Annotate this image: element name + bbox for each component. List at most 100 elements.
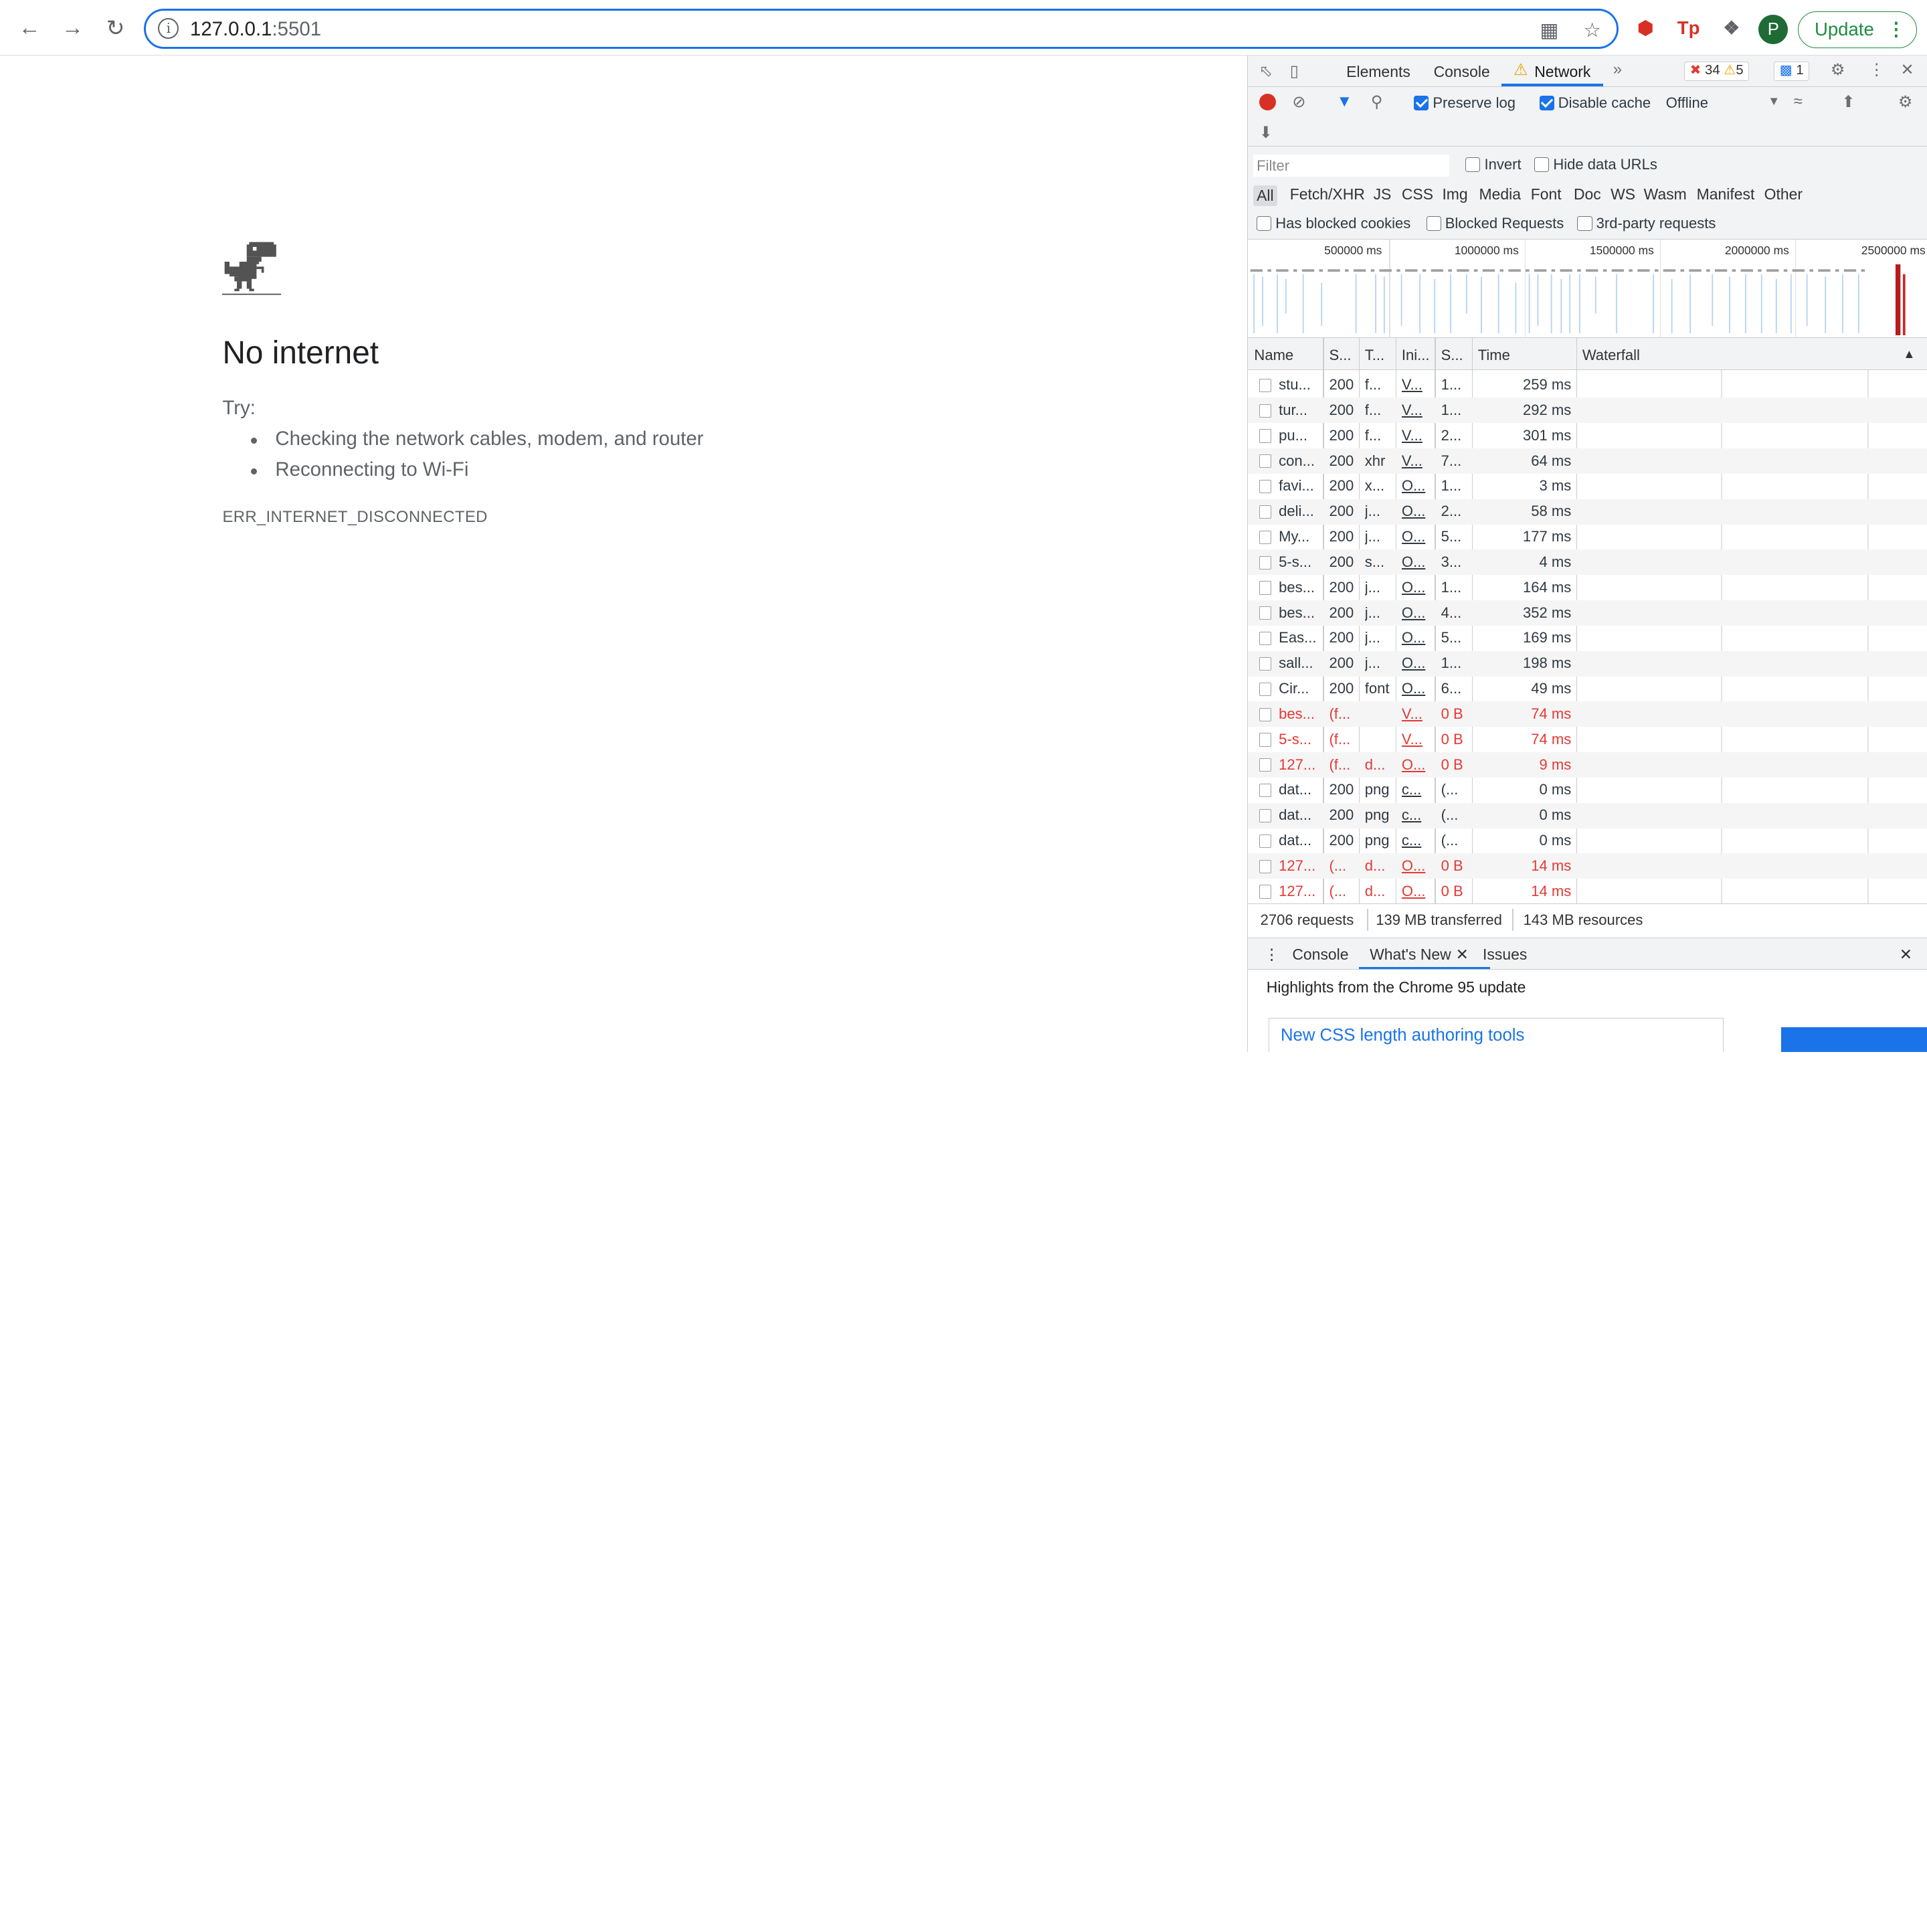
column-time[interactable]: Time [1478, 347, 1510, 364]
close-devtools-icon[interactable]: ✕ [1901, 60, 1914, 80]
adblock-extension-icon[interactable]: ⬢ [1631, 13, 1660, 43]
dino-icon[interactable] [222, 240, 282, 298]
cell-initiator[interactable]: O... [1402, 654, 1434, 672]
disable-cache-toggle[interactable]: Disable cache [1539, 94, 1651, 112]
table-row[interactable]: deli... 200 j... O... 2... 58 ms [1248, 499, 1927, 525]
back-icon[interactable]: ← [12, 11, 46, 46]
table-row[interactable]: Cir... 200 font O... 6... 49 ms [1248, 677, 1927, 702]
type-filter-wasm[interactable]: Wasm [1644, 185, 1687, 203]
cell-initiator[interactable]: O... [1402, 883, 1434, 900]
bookmark-star-icon[interactable]: ☆ [1578, 17, 1605, 43]
cell-initiator[interactable]: V... [1402, 376, 1434, 393]
import-har-icon[interactable]: ⬆ [1841, 92, 1855, 112]
cell-initiator[interactable]: O... [1402, 579, 1434, 596]
cell-name[interactable]: deli... [1279, 503, 1320, 520]
blocked-requests-checkbox[interactable] [1426, 216, 1441, 232]
cell-name[interactable]: tur... [1279, 402, 1320, 419]
cell-name[interactable]: 5-s... [1279, 553, 1320, 571]
table-row[interactable]: Eas... 200 j... O... 5... 169 ms [1248, 626, 1927, 651]
type-filter-media[interactable]: Media [1479, 185, 1521, 203]
type-filter-manifest[interactable]: Manifest [1697, 185, 1755, 203]
filter-input[interactable]: Filter [1253, 155, 1450, 177]
drawer-tab-console[interactable]: Console [1292, 946, 1348, 964]
cell-initiator[interactable]: O... [1402, 477, 1434, 495]
column-size[interactable]: S... [1441, 347, 1463, 364]
table-row[interactable]: bes... 200 j... O... 1... 164 ms [1248, 575, 1927, 600]
error-count-badge[interactable]: ✖ 34 ⚠5 [1684, 61, 1749, 82]
qr-code-icon[interactable]: ▦ [1536, 17, 1562, 43]
cell-initiator[interactable]: V... [1402, 452, 1434, 470]
column-initiator[interactable]: Ini... [1402, 347, 1430, 364]
record-icon[interactable] [1259, 93, 1277, 111]
type-filter-fetch[interactable]: Fetch/XHR [1290, 185, 1365, 203]
table-row[interactable]: stu... 200 f... V... 1... 259 ms [1248, 373, 1927, 398]
blocked-cookies-checkbox[interactable] [1257, 216, 1272, 232]
cell-initiator[interactable]: O... [1402, 857, 1434, 875]
cell-name[interactable]: pu... [1279, 427, 1320, 444]
table-row[interactable]: favi... 200 x... O... 1... 3 ms [1248, 474, 1927, 499]
cell-name[interactable]: sall... [1279, 654, 1320, 672]
tp-extension-icon[interactable]: Tp [1674, 13, 1704, 43]
blocked-cookies-toggle[interactable]: Has blocked cookies [1257, 215, 1410, 232]
cell-initiator[interactable]: c... [1402, 806, 1434, 824]
hide-data-urls-toggle[interactable]: Hide data URLs [1534, 156, 1657, 173]
table-row[interactable]: 5-s... 200 s... O... 3... 4 ms [1248, 549, 1927, 576]
type-filter-other[interactable]: Other [1764, 185, 1803, 203]
column-status[interactable]: S... [1329, 347, 1351, 364]
cell-name[interactable]: 127... [1279, 756, 1320, 774]
chevron-down-icon[interactable]: ▼ [1768, 94, 1780, 108]
column-type[interactable]: T... [1365, 347, 1384, 364]
cell-initiator[interactable]: O... [1402, 503, 1434, 520]
reload-icon[interactable]: ↻ [98, 11, 132, 46]
cell-name[interactable]: dat... [1279, 832, 1320, 849]
forward-icon[interactable]: → [56, 11, 90, 46]
cell-name[interactable]: con... [1279, 452, 1320, 470]
update-button[interactable]: Update ⋮ [1798, 11, 1918, 48]
cell-initiator[interactable]: c... [1402, 832, 1434, 849]
cell-name[interactable]: stu... [1279, 376, 1320, 393]
sort-ascending-icon[interactable]: ▲ [1903, 347, 1915, 361]
table-row[interactable]: bes... 200 j... O... 4... 352 ms [1248, 600, 1927, 626]
cell-name[interactable]: My... [1279, 528, 1320, 545]
disable-cache-checkbox[interactable] [1539, 96, 1554, 111]
cell-initiator[interactable]: V... [1402, 731, 1434, 748]
tab-elements[interactable]: Elements [1346, 63, 1410, 81]
export-har-icon[interactable]: ⬇ [1259, 123, 1273, 143]
third-party-checkbox[interactable] [1577, 216, 1592, 232]
extensions-puzzle-icon[interactable]: ❖ [1717, 13, 1746, 43]
cell-initiator[interactable]: O... [1402, 756, 1434, 774]
clear-icon[interactable]: ⊘ [1292, 92, 1305, 112]
cell-initiator[interactable]: V... [1402, 427, 1434, 444]
table-row[interactable]: My... 200 j... O... 5... 177 ms [1248, 525, 1927, 550]
table-row[interactable]: dat... 200 png c... (... 0 ms [1248, 828, 1927, 854]
menu-dots-icon[interactable]: ⋮ [1887, 12, 1906, 46]
drawer-tab-whats-new[interactable]: What's New [1370, 946, 1451, 964]
third-party-toggle[interactable]: 3rd-party requests [1577, 215, 1716, 232]
cell-initiator[interactable]: c... [1402, 781, 1434, 798]
network-settings-icon[interactable]: ⚙ [1898, 92, 1912, 112]
cell-name[interactable]: 5-s... [1279, 731, 1320, 748]
profile-avatar[interactable]: P [1758, 15, 1788, 45]
cell-name[interactable]: 127... [1279, 883, 1320, 900]
type-filter-doc[interactable]: Doc [1574, 185, 1601, 203]
table-row[interactable]: 127... (... d... O... 0 B 14 ms [1248, 853, 1927, 879]
table-row[interactable]: sall... 200 j... O... 1... 198 ms [1248, 650, 1927, 677]
cell-name[interactable]: 127... [1279, 857, 1320, 875]
invert-checkbox[interactable] [1465, 157, 1481, 172]
search-icon[interactable]: ⚲ [1371, 92, 1382, 112]
cell-name[interactable]: bes... [1279, 705, 1320, 723]
close-drawer-icon[interactable]: ✕ [1900, 946, 1912, 964]
network-conditions-icon[interactable]: ≈ [1794, 92, 1803, 111]
close-tab-icon[interactable]: ✕ [1456, 946, 1469, 964]
cell-initiator[interactable]: O... [1402, 528, 1434, 545]
cell-name[interactable]: Cir... [1279, 680, 1320, 697]
table-row[interactable]: pu... 200 f... V... 2... 301 ms [1248, 423, 1927, 448]
drawer-tab-issues[interactable]: Issues [1483, 946, 1527, 964]
hide-data-urls-checkbox[interactable] [1534, 157, 1550, 172]
cell-initiator[interactable]: V... [1402, 402, 1434, 419]
settings-gear-icon[interactable]: ⚙ [1831, 60, 1845, 80]
table-row[interactable]: dat... 200 png c... (... 0 ms [1248, 778, 1927, 803]
inspect-element-icon[interactable]: ⬁ [1259, 62, 1273, 81]
cell-name[interactable]: bes... [1279, 579, 1320, 596]
type-filter-font[interactable]: Font [1531, 185, 1562, 203]
